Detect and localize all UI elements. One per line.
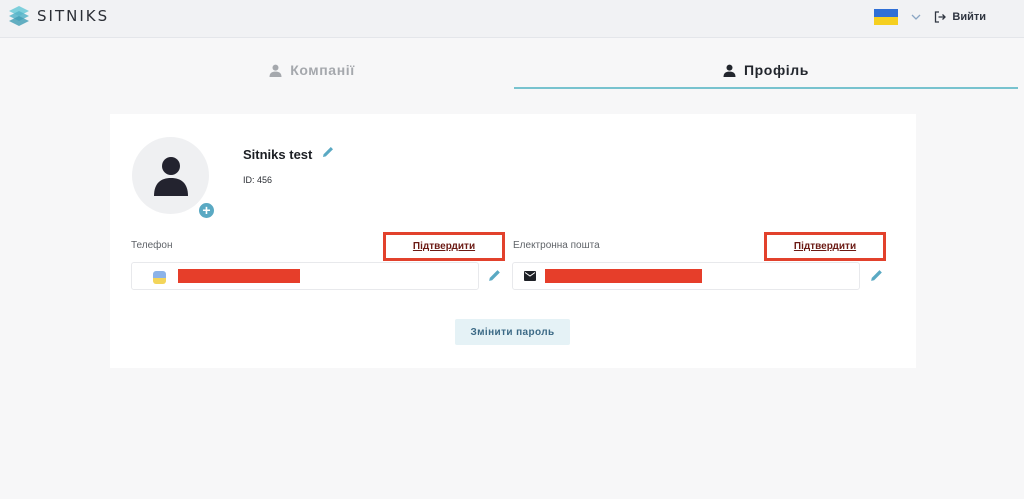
email-value-redacted xyxy=(545,269,702,283)
user-silhouette-icon xyxy=(153,156,188,196)
phone-confirm-link[interactable]: Підтвердити xyxy=(413,241,475,252)
tab-profile-label: Профіль xyxy=(743,62,809,78)
edit-email-pencil-icon[interactable] xyxy=(869,268,884,283)
tab-profile[interactable]: Профіль xyxy=(514,52,1018,88)
edit-phone-pencil-icon[interactable] xyxy=(487,268,502,283)
person-icon xyxy=(269,64,282,77)
ukraine-flag-icon[interactable] xyxy=(153,271,166,284)
mail-icon xyxy=(524,271,536,281)
logout-button[interactable]: Вийти xyxy=(934,11,986,23)
active-tab-indicator xyxy=(514,87,1018,89)
ukraine-flag-icon[interactable] xyxy=(874,9,899,25)
logo-cube-icon xyxy=(9,6,29,26)
edit-name-pencil-icon[interactable] xyxy=(321,145,335,159)
phone-field[interactable] xyxy=(131,262,479,290)
profile-name: Sitniks test xyxy=(243,147,313,162)
email-confirm-link[interactable]: Підтвердити xyxy=(794,241,856,252)
tab-companies-label: Компанії xyxy=(290,62,355,78)
email-label: Електронна пошта xyxy=(513,240,600,251)
logout-icon xyxy=(935,11,947,23)
brand-logo[interactable]: SITNIKS xyxy=(8,5,109,27)
email-field[interactable] xyxy=(512,262,860,290)
change-password-button[interactable]: Змінити пароль xyxy=(455,319,570,345)
email-confirm-highlight: Підтвердити xyxy=(764,232,886,261)
profile-card: + Sitniks test ID: 456 Телефон Підтверди… xyxy=(110,114,916,368)
profile-id: ID: 456 xyxy=(243,175,273,185)
phone-label: Телефон xyxy=(131,240,173,251)
person-icon xyxy=(723,64,736,77)
logout-label: Вийти xyxy=(952,11,986,23)
avatar[interactable] xyxy=(132,137,209,214)
top-header: SITNIKS Вийти xyxy=(0,0,1024,38)
phone-value-redacted xyxy=(178,269,300,283)
phone-confirm-highlight: Підтвердити xyxy=(383,232,505,261)
add-photo-button[interactable]: + xyxy=(199,203,214,218)
tab-companies[interactable]: Компанії xyxy=(110,52,514,88)
chevron-down-icon[interactable] xyxy=(910,11,922,23)
main-tabs: Компанії Профіль xyxy=(110,52,1018,90)
header-controls: Вийти xyxy=(874,9,986,25)
brand-name: SITNIKS xyxy=(37,7,110,25)
